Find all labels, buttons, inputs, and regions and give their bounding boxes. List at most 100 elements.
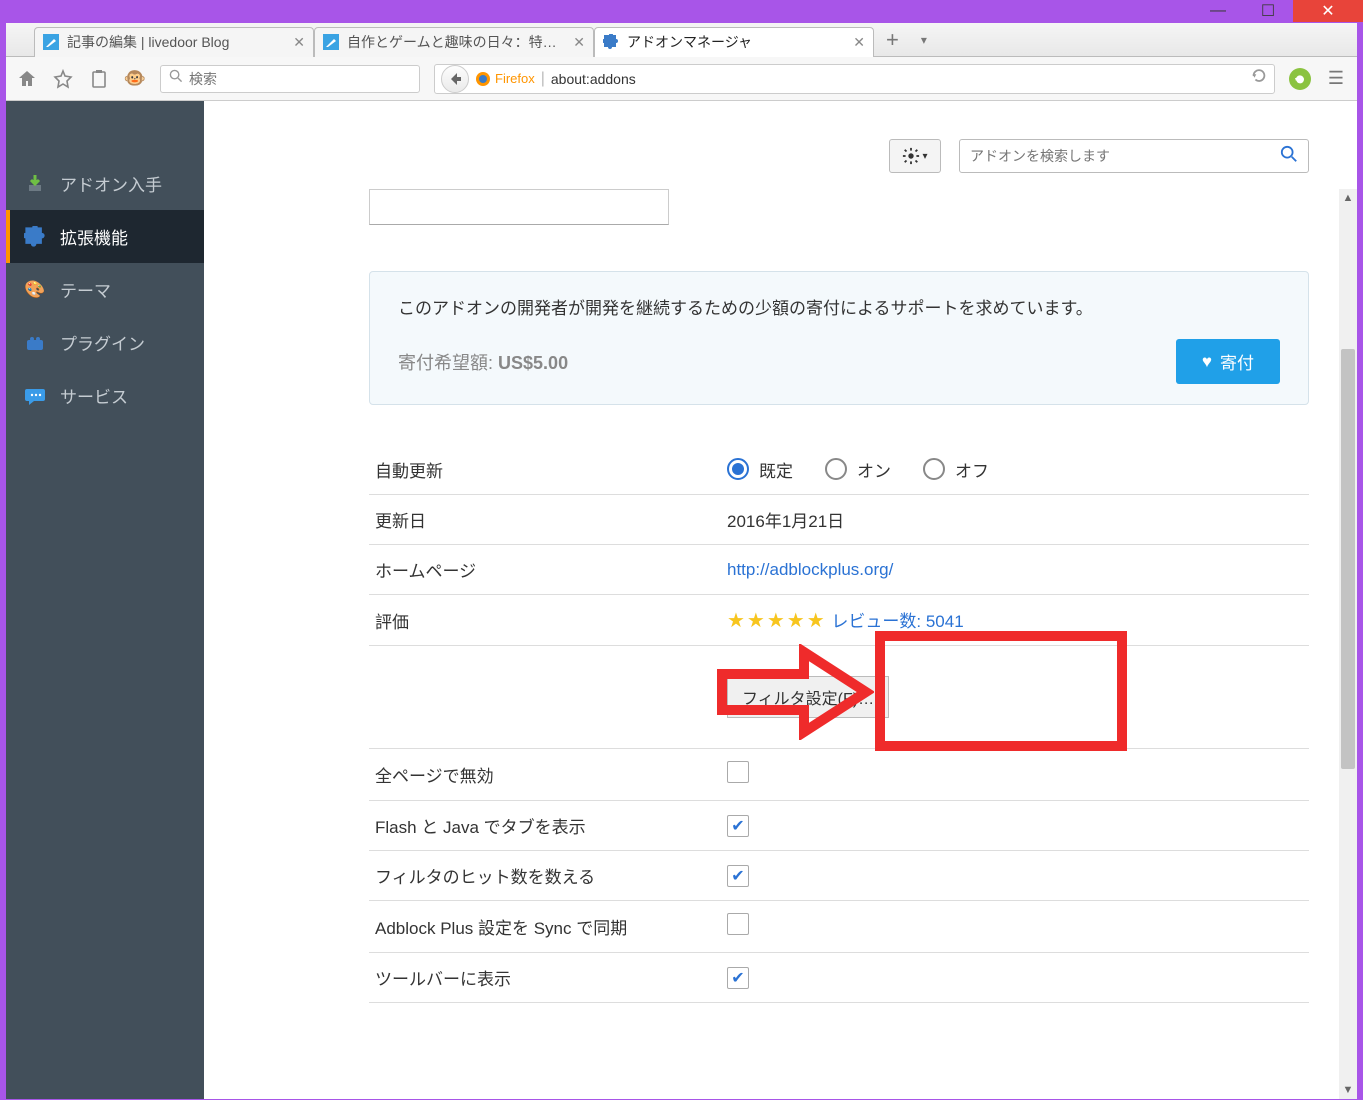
monkey-icon[interactable]: 🐵: [124, 68, 146, 90]
row-rating: 評価 ★★★★★ レビュー数: 5041: [369, 595, 1309, 646]
reload-icon[interactable]: [1250, 67, 1268, 90]
tab-0[interactable]: 記事の編集 | livedoor Blog ✕: [34, 27, 314, 57]
back-button[interactable]: [441, 65, 469, 93]
palette-icon: 🎨: [24, 279, 46, 301]
addon-search-box[interactable]: [959, 139, 1309, 173]
pen-icon: [323, 34, 339, 50]
new-tab-button[interactable]: +: [886, 27, 899, 53]
flash-java-checkbox[interactable]: ✔: [727, 815, 749, 837]
disable-all-checkbox[interactable]: [727, 761, 749, 783]
donate-button[interactable]: ♥ 寄付: [1176, 339, 1280, 384]
updated-label: 更新日: [369, 495, 721, 545]
row-homepage: ホームページ http://adblockplus.org/: [369, 545, 1309, 595]
hitcount-checkbox[interactable]: ✔: [727, 865, 749, 887]
disable-all-label: 全ページで無効: [369, 749, 721, 801]
rating-label: 評価: [369, 595, 721, 646]
star-rating: ★★★★★: [727, 610, 827, 632]
row-hitcount: フィルタのヒット数を数える ✔: [369, 851, 1309, 901]
url-text: about:addons: [551, 71, 636, 87]
home-icon[interactable]: [16, 68, 38, 90]
sync-checkbox[interactable]: [727, 913, 749, 935]
window-minimize-button[interactable]: ―: [1193, 0, 1243, 22]
sidebar-item-label: テーマ: [60, 277, 111, 302]
separator: |: [541, 70, 545, 88]
tabs-dropdown-caret[interactable]: ▾: [921, 33, 927, 47]
donate-amount: 寄付希望額: US$5.00: [398, 349, 568, 375]
tab-close-icon[interactable]: ✕: [853, 34, 865, 51]
clipboard-icon[interactable]: [88, 68, 110, 90]
row-auto-update: 自動更新 既定 オン: [369, 445, 1309, 495]
scroll-up-arrow[interactable]: ▲: [1339, 189, 1357, 207]
heart-icon: ♥: [1202, 352, 1212, 372]
addon-detail: このアドオンの開発者が開発を継続するための少額の寄付によるサポートを求めています…: [369, 189, 1309, 1099]
hitcount-label: フィルタのヒット数を数える: [369, 851, 721, 901]
search-icon: [169, 69, 183, 88]
auto-update-label: 自動更新: [369, 445, 721, 495]
addon-search-input[interactable]: [970, 148, 1280, 164]
flash-java-label: Flash と Java でタブを表示: [369, 801, 721, 851]
radio-default[interactable]: [727, 458, 749, 480]
new-tab-area: + ▾: [874, 27, 939, 53]
tab-1[interactable]: 自作とゲームと趣味の日々：特… ✕: [314, 27, 594, 57]
tab-close-icon[interactable]: ✕: [293, 34, 305, 51]
sidebar: アドオン入手 拡張機能 🎨 テーマ プラグイン: [6, 101, 204, 1099]
main-topbar: ▾: [889, 139, 1309, 173]
radio-off[interactable]: [923, 458, 945, 480]
toolbar: 🐵 Firefox | about:addons ☰: [6, 57, 1357, 101]
tab-label: アドオンマネージャ: [627, 32, 845, 52]
vertical-scrollbar[interactable]: ▲ ▼: [1339, 189, 1357, 1099]
row-sync: Adblock Plus 設定を Sync で同期: [369, 901, 1309, 953]
row-toolbar-show: ツールバーに表示 ✔: [369, 953, 1309, 1003]
tab-bar: 記事の編集 | livedoor Blog ✕ 自作とゲームと趣味の日々：特… …: [6, 23, 1357, 57]
row-updated: 更新日 2016年1月21日: [369, 495, 1309, 545]
tab-label: 記事の編集 | livedoor Blog: [67, 32, 285, 52]
sidebar-item-services[interactable]: サービス: [6, 369, 204, 422]
radio-on[interactable]: [825, 458, 847, 480]
homepage-link[interactable]: http://adblockplus.org/: [727, 560, 893, 579]
sidebar-item-get-addons[interactable]: アドオン入手: [6, 157, 204, 210]
sidebar-item-plugins[interactable]: プラグイン: [6, 316, 204, 369]
star-icon[interactable]: [52, 68, 74, 90]
window-titlebar: ― ☐ ✕: [0, 0, 1363, 22]
auto-update-radio-group: 既定 オン オフ: [727, 457, 1303, 482]
sidebar-item-label: 拡張機能: [60, 224, 128, 249]
content-area: アドオン入手 拡張機能 🎨 テーマ プラグイン: [6, 101, 1357, 1099]
toolbar-show-checkbox[interactable]: ✔: [727, 967, 749, 989]
addon-info-box: [369, 189, 669, 225]
addon-settings-button[interactable]: ▾: [889, 139, 941, 173]
sync-label: Adblock Plus 設定を Sync で同期: [369, 901, 721, 953]
menu-icon[interactable]: ☰: [1325, 68, 1347, 89]
sidebar-item-extensions[interactable]: 拡張機能: [6, 210, 204, 263]
row-filter-button: フィルタ設定(F)…: [369, 646, 1309, 749]
toolbar-show-label: ツールバーに表示: [369, 953, 721, 1003]
tab-label: 自作とゲームと趣味の日々：特…: [347, 32, 565, 52]
download-icon: [24, 173, 46, 195]
homepage-label: ホームページ: [369, 545, 721, 595]
puzzle-icon: [603, 34, 619, 50]
window-maximize-button[interactable]: ☐: [1243, 0, 1293, 22]
filter-settings-button[interactable]: フィルタ設定(F)…: [727, 676, 889, 718]
pen-icon: [43, 34, 59, 50]
updated-value: 2016年1月21日: [721, 495, 1309, 545]
tab-2-active[interactable]: アドオンマネージャ ✕: [594, 27, 874, 57]
search-input[interactable]: [189, 71, 411, 87]
puzzle-icon: [24, 226, 46, 248]
donate-text: このアドオンの開発者が開発を継続するための少額の寄付によるサポートを求めています…: [398, 294, 1280, 319]
sidebar-item-themes[interactable]: 🎨 テーマ: [6, 263, 204, 316]
sidebar-item-label: アドオン入手: [60, 171, 162, 196]
search-box[interactable]: [160, 65, 420, 93]
reviews-link[interactable]: レビュー数: 5041: [831, 612, 963, 631]
firefox-identity[interactable]: Firefox: [475, 71, 535, 87]
row-flash-java: Flash と Java でタブを表示 ✔: [369, 801, 1309, 851]
donate-box: このアドオンの開発者が開発を継続するための少額の寄付によるサポートを求めています…: [369, 271, 1309, 405]
window-close-button[interactable]: ✕: [1293, 0, 1363, 22]
scroll-down-arrow[interactable]: ▼: [1339, 1081, 1357, 1099]
url-bar[interactable]: Firefox | about:addons: [434, 64, 1275, 94]
scrollbar-thumb[interactable]: [1341, 349, 1355, 769]
row-disable-all: 全ページで無効: [369, 749, 1309, 801]
sidebar-item-label: プラグイン: [60, 330, 145, 355]
browser-window: 記事の編集 | livedoor Blog ✕ 自作とゲームと趣味の日々：特… …: [5, 22, 1358, 1100]
search-icon[interactable]: [1280, 145, 1298, 168]
tab-close-icon[interactable]: ✕: [573, 34, 585, 51]
addon-status-icon[interactable]: [1289, 68, 1311, 90]
